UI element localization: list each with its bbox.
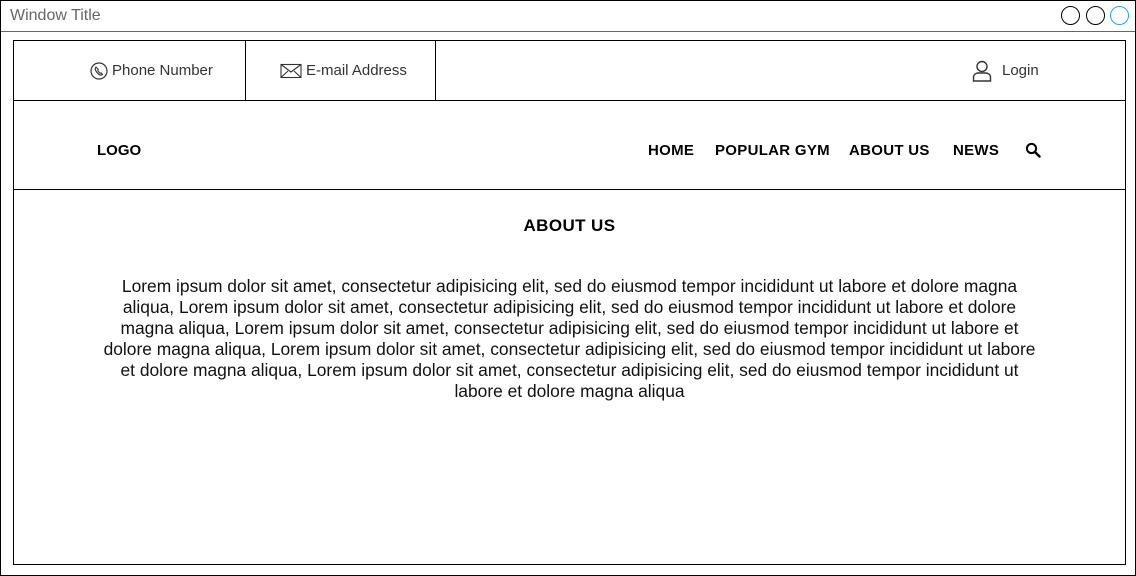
nav-popular-gym[interactable]: POPULAR GYM [715, 142, 830, 159]
envelope-icon [280, 63, 302, 78]
title-bar: Window Title [1, 1, 1135, 32]
maximize-button[interactable] [1086, 6, 1105, 25]
nav-news[interactable]: NEWS [953, 142, 999, 159]
user-icon [972, 60, 992, 82]
nav-home[interactable]: HOME [648, 142, 694, 159]
minimize-button[interactable] [1061, 6, 1080, 25]
phone-contact[interactable]: Phone Number [90, 41, 213, 100]
divider [245, 41, 246, 100]
about-body-text: Lorem ipsum dolor sit amet, consectetur … [103, 276, 1036, 401]
phone-label: Phone Number [112, 62, 213, 79]
section-title: ABOUT US [523, 216, 616, 235]
nav-about-us[interactable]: ABOUT US [849, 142, 930, 159]
logo[interactable]: LOGO [97, 142, 141, 159]
about-section: ABOUT US Lorem ipsum dolor sit amet, con… [13, 190, 1126, 565]
login-link[interactable]: Login [972, 41, 1039, 100]
search-button[interactable] [1025, 142, 1041, 163]
phone-icon [90, 61, 108, 80]
login-label: Login [1002, 62, 1039, 79]
email-label: E-mail Address [306, 62, 407, 79]
top-contact-bar: Phone Number E-mail Address Login [13, 40, 1126, 101]
divider [435, 41, 436, 100]
close-button[interactable] [1110, 6, 1129, 25]
main-navbar: LOGO HOME POPULAR GYM ABOUT US NEWS [13, 100, 1126, 190]
email-contact[interactable]: E-mail Address [280, 41, 407, 100]
window-title: Window Title [10, 7, 101, 24]
search-icon [1025, 142, 1041, 158]
